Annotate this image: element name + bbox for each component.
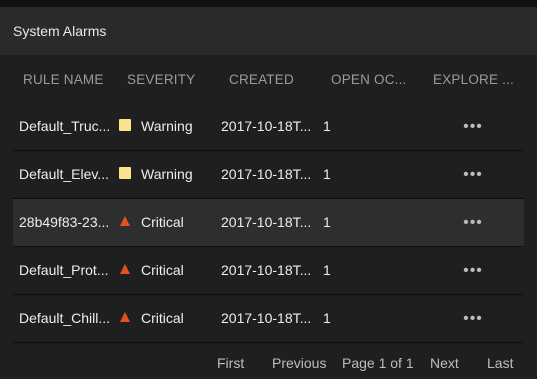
severity-label: Critical [141, 214, 184, 230]
cell-severity: Critical [119, 199, 219, 246]
panel-header: System Alarms [0, 7, 537, 55]
severity-label: Warning [141, 118, 193, 134]
pagination: First Previous Page 1 of 1 Next Last [0, 349, 537, 377]
cell-rule-name: Default_Elev... [19, 166, 110, 182]
severity-label: Critical [141, 262, 184, 278]
cell-rule-name: 28b49f83-23... [19, 214, 110, 230]
table-row[interactable]: Default_Elev... Warning 2017-10-18T... 1… [13, 151, 524, 199]
column-header-rule-name[interactable]: RULE NAME [23, 72, 115, 87]
triangle-critical-icon [120, 264, 130, 275]
cell-open-occurrences: 1 [323, 310, 331, 326]
cell-created: 2017-10-18T... [221, 262, 312, 278]
next-page-button[interactable]: Next [430, 355, 459, 371]
table-row[interactable]: Default_Truc... Warning 2017-10-18T... 1… [13, 103, 524, 151]
severity-label: Warning [141, 166, 193, 182]
column-header-severity[interactable]: SEVERITY [127, 72, 207, 87]
cell-rule-name: Default_Prot... [19, 262, 109, 278]
page-indicator: Page 1 of 1 [342, 355, 414, 371]
table-row[interactable]: Default_Prot... Critical 2017-10-18T... … [13, 247, 524, 295]
triangle-critical-icon [120, 216, 130, 227]
cell-open-occurrences: 1 [323, 214, 331, 230]
cell-severity: Warning [119, 151, 219, 198]
cell-severity: Critical [119, 247, 219, 294]
cell-severity: Critical [119, 295, 219, 342]
previous-page-button[interactable]: Previous [272, 355, 326, 371]
first-page-button[interactable]: First [217, 355, 244, 371]
alarms-table: RULE NAME SEVERITY CREATED OPEN OC... EX… [0, 55, 537, 343]
more-options-icon[interactable]: ••• [461, 199, 485, 246]
cell-created: 2017-10-18T... [221, 166, 312, 182]
triangle-critical-icon [120, 312, 130, 323]
square-warning-icon [119, 119, 131, 132]
cell-open-occurrences: 1 [323, 166, 331, 182]
column-header-explore[interactable]: EXPLORE ... [433, 72, 519, 87]
more-options-icon[interactable]: ••• [461, 247, 485, 294]
table-header-row: RULE NAME SEVERITY CREATED OPEN OC... EX… [0, 55, 537, 103]
table-body: Default_Truc... Warning 2017-10-18T... 1… [0, 103, 537, 343]
top-bar [0, 0, 537, 7]
severity-label: Critical [141, 310, 184, 326]
cell-severity: Warning [119, 103, 219, 150]
cell-rule-name: Default_Truc... [19, 118, 111, 134]
column-header-open-occurrences[interactable]: OPEN OC... [331, 72, 413, 87]
more-options-icon[interactable]: ••• [461, 151, 485, 198]
more-options-icon[interactable]: ••• [461, 295, 485, 342]
column-header-created[interactable]: CREATED [229, 72, 309, 87]
cell-open-occurrences: 1 [323, 118, 331, 134]
last-page-button[interactable]: Last [487, 355, 513, 371]
panel-title: System Alarms [13, 23, 107, 39]
cell-created: 2017-10-18T... [221, 214, 312, 230]
table-row[interactable]: Default_Chill... Critical 2017-10-18T...… [13, 295, 524, 343]
cell-created: 2017-10-18T... [221, 310, 312, 326]
cell-rule-name: Default_Chill... [19, 310, 111, 326]
cell-open-occurrences: 1 [323, 262, 331, 278]
table-row[interactable]: 28b49f83-23... Critical 2017-10-18T... 1… [13, 199, 524, 247]
cell-created: 2017-10-18T... [221, 118, 312, 134]
more-options-icon[interactable]: ••• [461, 103, 485, 150]
square-warning-icon [119, 167, 131, 180]
